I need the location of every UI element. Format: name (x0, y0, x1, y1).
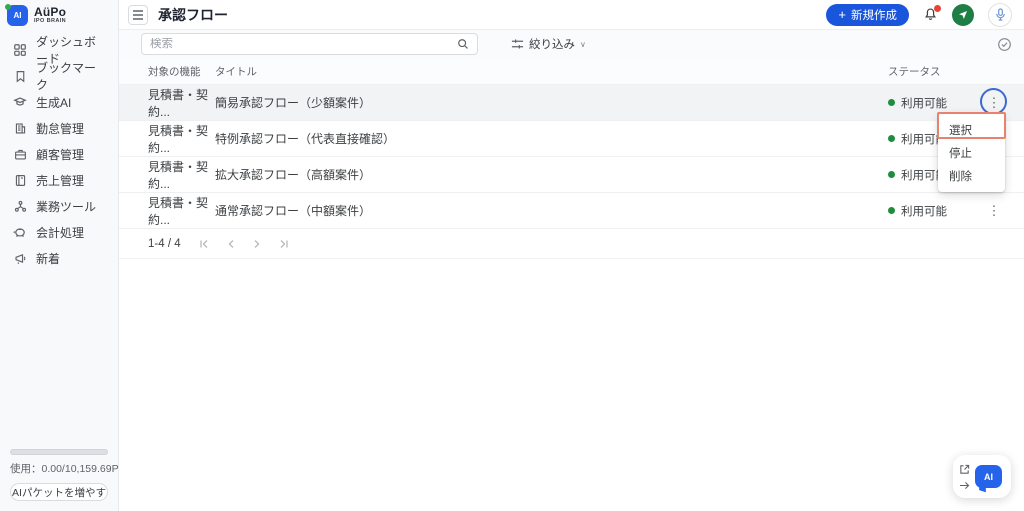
menu-item-delete[interactable]: 削除 (938, 164, 1005, 187)
open-in-new-icon[interactable] (959, 464, 970, 475)
notification-bell-icon[interactable] (923, 7, 938, 22)
column-header-function: 対象の機能 (148, 64, 215, 79)
whats-new-icon (12, 250, 28, 266)
row-title-cell: 簡易承認フロー（少額案件） (215, 94, 888, 111)
status-dot (888, 171, 895, 178)
menu-toggle-button[interactable] (128, 5, 148, 25)
row-title-cell: 拡大承認フロー（高額案件） (215, 166, 888, 183)
pagination-range-label: 1-4 / 4 (148, 238, 181, 250)
app-logo-badge-text: AI (14, 11, 22, 20)
sidebar-item-label: ブックマーク (36, 59, 106, 93)
table-row[interactable]: 見積書・契約... 通常承認フロー（中額案件） 利用可能 ⋮ (119, 193, 1024, 229)
sidebar-nav: ダッシュボード ブックマーク 生成AI 勤怠管理 顧客管理 (0, 30, 118, 271)
app-logo-icon: AI (7, 5, 28, 26)
status-dot (888, 207, 895, 214)
next-page-button[interactable] (253, 239, 261, 249)
row-title-cell: 通常承認フロー（中額案件） (215, 202, 888, 219)
ai-packet-progress-bar (10, 449, 108, 455)
app-logo[interactable]: AI AüPo IPO BRAIN (0, 0, 118, 30)
sidebar-item-label: 売上管理 (36, 172, 84, 189)
filter-sliders-icon (511, 38, 524, 50)
sidebar-item-label: 業務ツール (36, 198, 96, 215)
status-label: 利用可能 (901, 95, 947, 111)
page-title: 承認フロー (158, 5, 228, 25)
plus-icon: + (838, 8, 846, 21)
row-status-cell: 利用可能 (888, 95, 972, 111)
bookmark-icon (12, 68, 28, 84)
row-function-cell: 見積書・契約... (148, 158, 215, 192)
app-sub-name: IPO BRAIN (34, 18, 66, 24)
sidebar-item-attendance[interactable]: 勤怠管理 (0, 115, 118, 141)
create-new-button-label: 新規作成 (851, 7, 897, 23)
last-page-button[interactable] (279, 239, 289, 249)
sidebar-item-label: 勤怠管理 (36, 120, 84, 137)
ai-assistant-widget: AI (953, 455, 1011, 498)
sidebar-item-bookmark[interactable]: ブックマーク (0, 63, 118, 89)
send-status-badge-icon[interactable] (952, 4, 974, 26)
table-row[interactable]: 見積書・契約... 簡易承認フロー（少額案件） 利用可能 ⋮ (119, 85, 1024, 121)
search-icon[interactable] (457, 38, 469, 50)
sidebar-item-customer[interactable]: 顧客管理 (0, 141, 118, 167)
table-row[interactable]: 見積書・契約... 特例承認フロー（代表直接確認） 利用可能 ⋮ (119, 121, 1024, 157)
row-function-cell: 見積書・契約... (148, 122, 215, 156)
arrow-right-icon[interactable] (959, 481, 970, 490)
ai-chat-bubble-button[interactable]: AI (975, 465, 1002, 488)
pagination: 1-4 / 4 (119, 229, 1024, 259)
previous-page-button[interactable] (227, 239, 235, 249)
customer-icon (12, 146, 28, 162)
main-content: 承認フロー + 新規作成 (119, 0, 1024, 511)
topbar: 承認フロー + 新規作成 (119, 0, 1024, 30)
select-mode-icon[interactable] (997, 37, 1012, 52)
filter-label: 絞り込み (529, 36, 575, 52)
usage-text: 使用：0.00/10,159.69P (10, 461, 108, 476)
sidebar-item-tools[interactable]: 業務ツール (0, 193, 118, 219)
row-status-cell: 利用可能 (888, 203, 972, 219)
row-actions-kebab-button[interactable]: ⋮ (982, 91, 1006, 115)
row-function-cell: 見積書・契約... (148, 86, 215, 120)
sidebar-item-accounting[interactable]: 会計処理 (0, 219, 118, 245)
sales-icon (12, 172, 28, 188)
sidebar-item-label: 会計処理 (36, 224, 84, 241)
table-header-row: 対象の機能 タイトル ステータス (119, 58, 1024, 85)
sidebar-item-label: 生成AI (36, 94, 71, 111)
menu-item-stop[interactable]: 停止 (938, 141, 1005, 164)
toolbar: 絞り込み ∨ (119, 30, 1024, 58)
row-actions-context-menu: 選択 停止 削除 (938, 113, 1005, 192)
create-new-button[interactable]: + 新規作成 (826, 4, 909, 26)
accounting-icon (12, 224, 28, 240)
approval-flow-page: { "app": { "name": "AüPo", "sub_name": "… (0, 0, 1024, 511)
status-label: 利用可能 (901, 203, 947, 219)
table-row[interactable]: 見積書・契約... 拡大承認フロー（高額案件） 利用可能 ⋮ (119, 157, 1024, 193)
status-dot (888, 99, 895, 106)
sidebar-item-label: 顧客管理 (36, 146, 84, 163)
sidebar-item-whats-new[interactable]: 新着 (0, 245, 118, 271)
sidebar-usage-panel: 使用：0.00/10,159.69P AIパケットを増やす (10, 449, 108, 502)
first-page-button[interactable] (199, 239, 209, 249)
row-actions-kebab-button[interactable]: ⋮ (982, 199, 1006, 223)
search-input[interactable] (150, 38, 457, 50)
increase-ai-packet-button[interactable]: AIパケットを増やす (10, 483, 108, 501)
dashboard-icon (12, 42, 28, 58)
sidebar-item-sales[interactable]: 売上管理 (0, 167, 118, 193)
chevron-down-icon: ∨ (580, 40, 586, 49)
microphone-button[interactable] (988, 3, 1012, 27)
notification-dot (934, 5, 941, 12)
tools-icon (12, 198, 28, 214)
attendance-icon (12, 120, 28, 136)
column-header-status: ステータス (888, 64, 972, 79)
filter-dropdown[interactable]: 絞り込み ∨ (511, 36, 586, 52)
menu-item-select[interactable]: 選択 (938, 118, 1005, 141)
generative-ai-icon (12, 94, 28, 110)
column-header-title: タイトル (215, 64, 888, 79)
search-box (141, 33, 478, 55)
status-dot (888, 135, 895, 142)
row-function-cell: 見積書・契約... (148, 194, 215, 228)
sidebar: AI AüPo IPO BRAIN ダッシュボード ブックマーク 生成AI (0, 0, 119, 511)
ai-chat-bubble-label: AI (984, 472, 993, 482)
app-name: AüPo (34, 6, 66, 19)
row-title-cell: 特例承認フロー（代表直接確認） (215, 130, 888, 147)
sidebar-item-label: 新着 (36, 250, 60, 267)
